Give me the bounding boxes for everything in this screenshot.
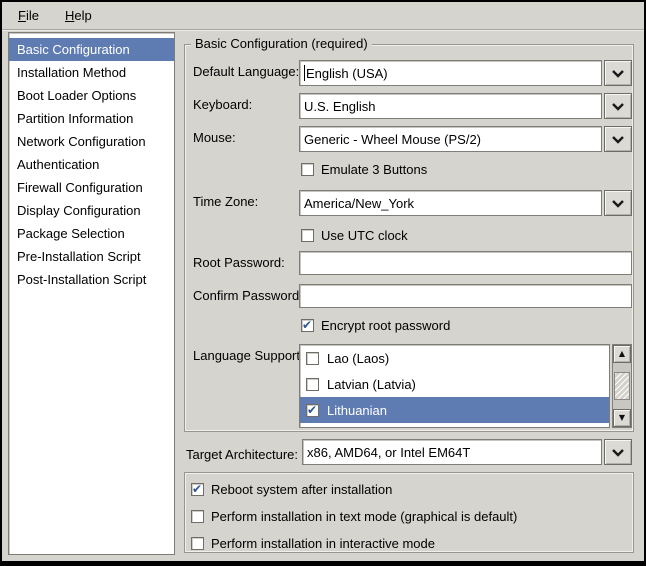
checkbox-box[interactable] [306, 404, 319, 417]
sidebar-item[interactable]: Basic Configuration [9, 38, 174, 61]
mouse-combo[interactable]: Generic - Wheel Mouse (PS/2) [299, 126, 602, 152]
basic-configuration-group: Basic Configuration (required) Default L… [184, 44, 634, 432]
root-password-label: Root Password: [193, 255, 285, 270]
menu-bar: File Help [2, 2, 644, 30]
scrollbar-trough[interactable] [613, 363, 631, 409]
sidebar-item-label: Display Configuration [17, 203, 141, 218]
sidebar-item-label: Basic Configuration [17, 42, 130, 57]
keyboard-label: Keyboard: [193, 97, 252, 112]
language-list-item[interactable]: Lao (Laos) [300, 345, 609, 371]
interactive-mode-checkbox[interactable]: Perform installation in interactive mode [191, 535, 435, 552]
sidebar-item[interactable]: Installation Method [9, 61, 174, 84]
group-title: Basic Configuration (required) [191, 36, 372, 52]
text-mode-checkbox[interactable]: Perform installation in text mode (graph… [191, 508, 517, 525]
checkbox-box[interactable] [301, 319, 314, 332]
checkbox-box[interactable] [306, 352, 319, 365]
mouse-dropdown-button[interactable] [604, 126, 632, 152]
installation-options-group: Reboot system after installation Perform… [184, 472, 634, 553]
text-mode-label: Perform installation in text mode (graph… [211, 509, 517, 524]
encrypt-root-password-label: Encrypt root password [321, 318, 450, 333]
time-zone-dropdown-button[interactable] [604, 190, 632, 216]
chevron-down-icon [611, 135, 625, 144]
default-language-combo[interactable]: English (USA) [299, 60, 602, 86]
checkbox-box[interactable] [191, 510, 204, 523]
sidebar-item-label: Package Selection [17, 226, 125, 241]
reboot-after-install-checkbox[interactable]: Reboot system after installation [191, 481, 392, 498]
menu-file[interactable]: File [10, 5, 47, 26]
keyboard-combo[interactable]: U.S. English [299, 93, 602, 119]
sidebar-item-label: Authentication [17, 157, 99, 172]
sidebar-item-label: Pre-Installation Script [17, 249, 141, 264]
language-support-list[interactable]: Lao (Laos) Latvian (Latvia) Lithuanian [299, 344, 610, 428]
time-zone-label: Time Zone: [193, 194, 258, 209]
confirm-password-label: Confirm Password: [193, 288, 303, 303]
sidebar-item-label: Partition Information [17, 111, 133, 126]
mouse-label: Mouse: [193, 130, 236, 145]
default-language-dropdown-button[interactable] [604, 60, 632, 86]
language-list-scrollbar[interactable]: ▲ ▼ [612, 344, 632, 428]
encrypt-root-password-checkbox[interactable]: Encrypt root password [301, 317, 450, 334]
kickstart-configurator-window: File Help Basic Configuration Installati… [0, 0, 646, 566]
keyboard-dropdown-button[interactable] [604, 93, 632, 119]
sidebar-item-label: Installation Method [17, 65, 126, 80]
chevron-down-icon [611, 102, 625, 111]
interactive-mode-label: Perform installation in interactive mode [211, 536, 435, 551]
chevron-down-icon [611, 199, 625, 208]
root-password-field[interactable] [299, 251, 632, 275]
sidebar-item-label: Post-Installation Script [17, 272, 146, 287]
menu-help[interactable]: Help [57, 5, 100, 26]
sidebar-item[interactable]: Display Configuration [9, 199, 174, 222]
sidebar-item-label: Network Configuration [17, 134, 146, 149]
sidebar-item[interactable]: Network Configuration [9, 130, 174, 153]
sidebar-item[interactable]: Boot Loader Options [9, 84, 174, 107]
sidebar-item[interactable]: Firewall Configuration [9, 176, 174, 199]
sidebar-item[interactable]: Post-Installation Script [9, 268, 174, 291]
chevron-down-icon [611, 69, 625, 78]
language-label: Lithuanian [327, 403, 387, 418]
sidebar-item-label: Boot Loader Options [17, 88, 136, 103]
target-architecture-dropdown-button[interactable] [604, 439, 632, 465]
language-support-label: Language Support: [193, 348, 304, 363]
language-list-item[interactable]: Latvian (Latvia) [300, 371, 609, 397]
default-language-label: Default Language: [193, 64, 299, 79]
scroll-down-icon[interactable]: ▼ [613, 409, 631, 427]
language-label: Lao (Laos) [327, 351, 389, 366]
time-zone-combo[interactable]: America/New_York [299, 190, 602, 216]
text-cursor [304, 65, 305, 81]
checkbox-box[interactable] [301, 229, 314, 242]
sidebar-item[interactable]: Package Selection [9, 222, 174, 245]
scroll-up-icon[interactable]: ▲ [613, 345, 631, 363]
keyboard-value: U.S. English [304, 99, 376, 114]
use-utc-clock-label: Use UTC clock [321, 228, 408, 243]
language-label: Latvian (Latvia) [327, 377, 416, 392]
time-zone-value: America/New_York [304, 196, 414, 211]
checkbox-box[interactable] [301, 163, 314, 176]
sidebar-item[interactable]: Authentication [9, 153, 174, 176]
use-utc-clock-checkbox[interactable]: Use UTC clock [301, 227, 408, 244]
chevron-down-icon [611, 448, 625, 457]
language-list-item[interactable]: Macedonian [300, 423, 609, 428]
emulate-3-buttons-label: Emulate 3 Buttons [321, 162, 427, 177]
confirm-password-field[interactable] [299, 284, 632, 308]
sidebar-item[interactable]: Pre-Installation Script [9, 245, 174, 268]
reboot-after-install-label: Reboot system after installation [211, 482, 392, 497]
target-architecture-combo[interactable]: x86, AMD64, or Intel EM64T [302, 439, 602, 465]
sidebar-item-label: Firewall Configuration [17, 180, 143, 195]
checkbox-box[interactable] [191, 537, 204, 550]
sidebar-item[interactable]: Partition Information [9, 107, 174, 130]
language-list-item[interactable]: Lithuanian [300, 397, 609, 423]
checkbox-box[interactable] [191, 483, 204, 496]
target-architecture-label: Target Architecture: [186, 447, 298, 462]
section-list[interactable]: Basic Configuration Installation Method … [8, 32, 175, 555]
scrollbar-thumb[interactable] [614, 372, 630, 400]
emulate-3-buttons-checkbox[interactable]: Emulate 3 Buttons [301, 161, 427, 178]
target-architecture-value: x86, AMD64, or Intel EM64T [307, 445, 470, 460]
default-language-value: English (USA) [306, 66, 388, 81]
checkbox-box[interactable] [306, 378, 319, 391]
mouse-value: Generic - Wheel Mouse (PS/2) [304, 132, 481, 147]
